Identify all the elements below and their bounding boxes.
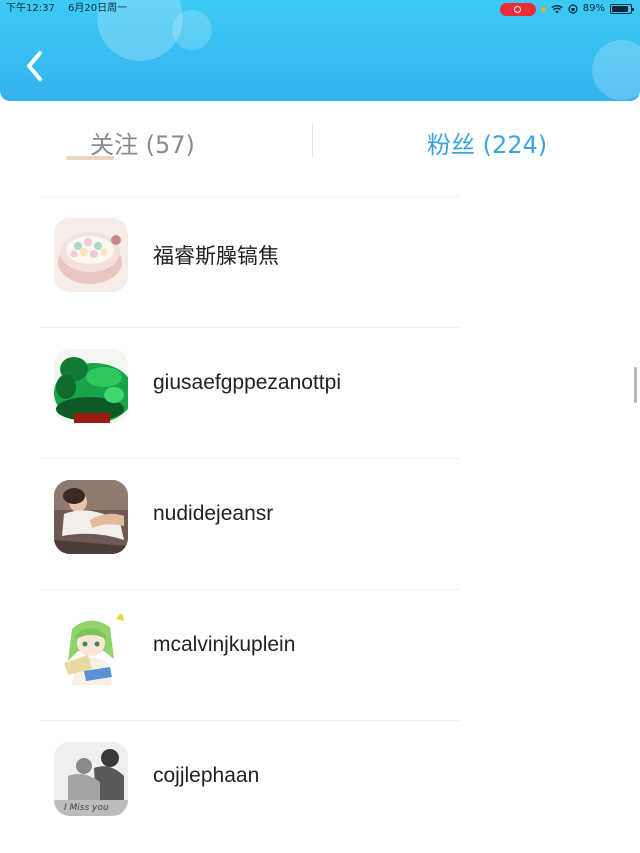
- battery-percent: 89%: [582, 3, 605, 14]
- tab-bar: 关注 (57) 粉丝 (224): [0, 101, 640, 185]
- user-name: mcalvinjkuplein: [153, 633, 296, 656]
- tab-divider: [312, 124, 313, 158]
- scrollbar[interactable]: [634, 367, 637, 403]
- user-name: giusaefgppezanottpi: [153, 371, 341, 394]
- decorative-bubble: [592, 40, 640, 100]
- screen-record-icon: [499, 2, 536, 16]
- list-item[interactable]: giusaefgppezanottpi: [0, 327, 640, 458]
- list-item[interactable]: I Miss you cojjlephaan: [0, 720, 640, 851]
- status-date: 6月20日周一: [68, 3, 128, 14]
- divider: [40, 720, 460, 721]
- woman-photo-avatar: [54, 480, 128, 554]
- anime-girl-avatar: [54, 611, 128, 685]
- user-name: 福睿斯臊镐焦: [153, 245, 279, 268]
- battery-icon: [610, 4, 634, 14]
- list-item[interactable]: nudidejeansr: [0, 458, 640, 589]
- food-bowl-avatar: [54, 218, 128, 292]
- status-time: 下午12:37: [6, 3, 55, 14]
- status-bar: 下午12:37 6月20日周一 89%: [0, 0, 640, 18]
- orientation-lock-icon: [568, 4, 578, 14]
- chevron-left-icon: [27, 51, 42, 81]
- tab-following[interactable]: 关注 (57): [90, 125, 195, 160]
- header-bar: 下午12:37 6月20日周一 89%: [0, 0, 640, 101]
- list-item[interactable]: 福睿斯臊镐焦: [0, 196, 640, 327]
- user-name: nudidejeansr: [153, 502, 274, 525]
- avatar-caption: I Miss you: [64, 803, 109, 813]
- back-button[interactable]: [22, 48, 50, 84]
- user-name: cojjlephaan: [153, 764, 260, 787]
- fans-list: 福睿斯臊镐焦 giusaefgppezanottpi nudidejeansr …: [0, 196, 640, 851]
- divider: [40, 589, 460, 590]
- jade-carving-avatar: [54, 349, 128, 423]
- list-item[interactable]: mcalvinjkuplein: [0, 589, 640, 720]
- wifi-icon: [551, 5, 563, 14]
- divider: [40, 196, 460, 197]
- divider: [40, 327, 460, 328]
- couple-photo-avatar: I Miss you: [54, 742, 128, 816]
- divider: [40, 458, 460, 459]
- tab-fans[interactable]: 粉丝 (224): [427, 125, 547, 160]
- mic-indicator-icon: [540, 6, 546, 12]
